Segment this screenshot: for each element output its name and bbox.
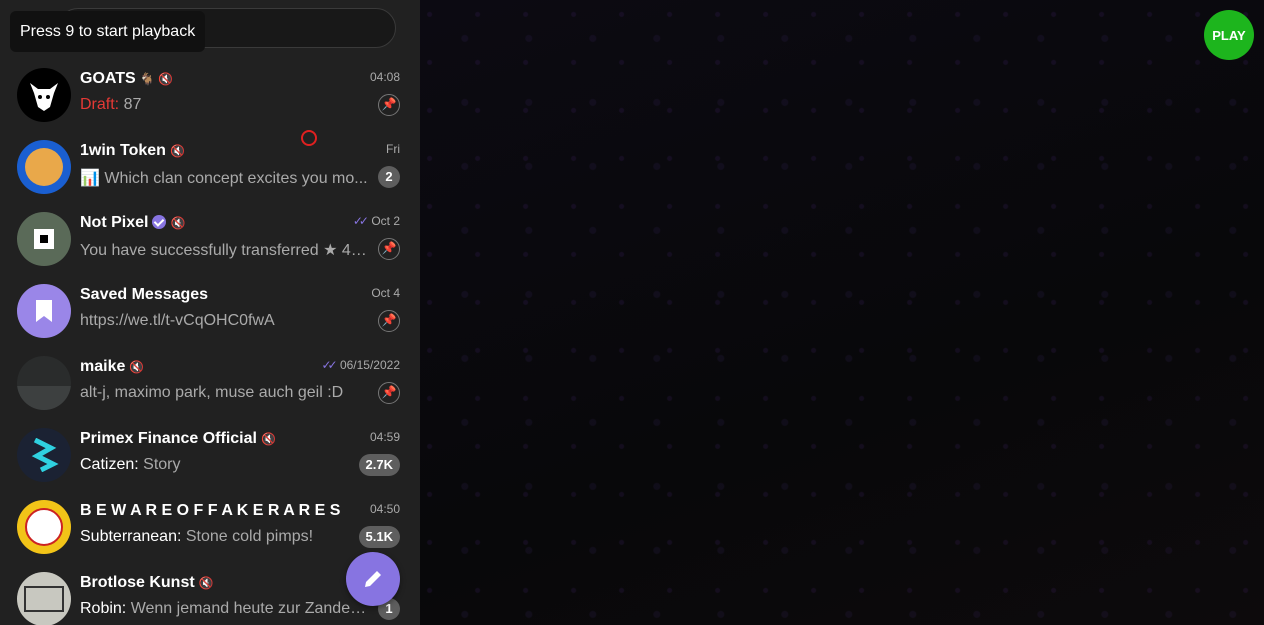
- chat-preview: https://we.tl/t-vCqOHC0fwA: [80, 312, 275, 329]
- avatar: [17, 356, 71, 410]
- chat-time: ✓✓ Oct 2: [352, 214, 400, 228]
- verified-icon: [152, 215, 167, 229]
- avatar: [17, 68, 71, 122]
- chat-item-bewareoffakerares[interactable]: B E W A R E O F F A K E R A R E S 04:50 …: [0, 492, 420, 564]
- photo-thumbnail: [17, 386, 71, 410]
- unread-badge: 2: [378, 166, 400, 188]
- chat-preview: 📊 Which clan concept excites you mo...: [80, 170, 368, 187]
- chat-time: Fri: [386, 142, 400, 156]
- pin-icon: 📌: [378, 382, 400, 404]
- chat-time: 04:08: [369, 70, 400, 84]
- pixel-logo-icon: [34, 229, 54, 249]
- chat-item-maike[interactable]: maike 🔇 ✓✓ 06/15/2022 alt-j, maximo park,…: [0, 348, 420, 420]
- avatar: [17, 140, 71, 194]
- chat-preview: alt-j, maximo park, muse auch geil :D: [80, 384, 344, 401]
- bookmark-icon: [36, 300, 52, 322]
- chat-preview: Subterranean: Stone cold pimps!: [80, 528, 314, 545]
- chat-title: Saved Messages: [80, 286, 209, 303]
- primex-logo-icon: [31, 438, 59, 472]
- unread-badge: 2.7K: [358, 454, 400, 476]
- chat-time: 04:59: [369, 430, 400, 444]
- chat-preview: Robin: Wenn jemand heute zur Zander ...: [80, 600, 370, 617]
- coin-icon: [25, 148, 63, 186]
- chat-title: GOATS 🐐 🔇: [80, 70, 173, 87]
- avatar: [17, 572, 71, 625]
- play-button[interactable]: PLAY: [1204, 10, 1254, 60]
- pencil-icon: [365, 571, 381, 587]
- chat-item-1win-token[interactable]: 1win Token 🔇 Fri 📊 Which clan concept exc…: [0, 132, 420, 204]
- chat-time: ✓✓ 06/15/2022: [321, 358, 400, 372]
- double-check-icon: ✓✓: [352, 214, 369, 228]
- avatar: [17, 284, 71, 338]
- chat-time: 04:50: [369, 502, 400, 516]
- chat-item-primex-finance[interactable]: Primex Finance Official 🔇 04:59 Catizen: …: [0, 420, 420, 492]
- chat-title: Primex Finance Official 🔇: [80, 430, 276, 447]
- chat-title: Brotlose Kunst 🔇: [80, 574, 214, 591]
- fakees-logo-icon: [25, 508, 63, 546]
- chat-background: [420, 0, 1264, 625]
- brotlose-logo-icon: [24, 586, 64, 612]
- chat-title: Not Pixel 🔇: [80, 214, 186, 231]
- chat-preview: You have successfully transferred ★ 48..…: [80, 242, 370, 259]
- avatar: [17, 428, 71, 482]
- cursor-indicator: [301, 130, 317, 146]
- chat-list: GOATS 🐐 🔇 04:08 Draft: 87 📌 1win Token 🔇 F…: [0, 60, 420, 625]
- chat-item-not-pixel[interactable]: Not Pixel 🔇 ✓✓ Oct 2 You have successfull…: [0, 204, 420, 276]
- chat-title: maike 🔇: [80, 358, 145, 375]
- new-message-button[interactable]: [346, 552, 400, 606]
- chat-preview: Catizen: Story: [80, 456, 181, 473]
- chat-preview: Draft: 87: [80, 96, 142, 113]
- chat-title: 1win Token 🔇: [80, 142, 185, 159]
- goat-icon: [30, 83, 58, 111]
- unread-badge: 5.1K: [358, 526, 400, 548]
- pin-icon: 📌: [378, 94, 400, 116]
- avatar: [17, 500, 71, 554]
- chat-item-goats[interactable]: GOATS 🐐 🔇 04:08 Draft: 87 📌: [0, 60, 420, 132]
- playback-tooltip: Press 9 to start playback: [10, 11, 206, 52]
- chat-title: B E W A R E O F F A K E R A R E S: [80, 502, 341, 519]
- double-check-icon: ✓✓: [321, 358, 337, 372]
- chat-item-saved-messages[interactable]: Saved Messages Oct 4 https://we.tl/t-vCq…: [0, 276, 420, 348]
- pin-icon: 📌: [378, 310, 400, 332]
- sidebar: Press 9 to start playback GOATS🐐 🔇 04:08…: [0, 0, 420, 625]
- chat-time: Oct 4: [371, 286, 400, 300]
- pin-icon: 📌: [378, 238, 400, 260]
- avatar: [17, 212, 71, 266]
